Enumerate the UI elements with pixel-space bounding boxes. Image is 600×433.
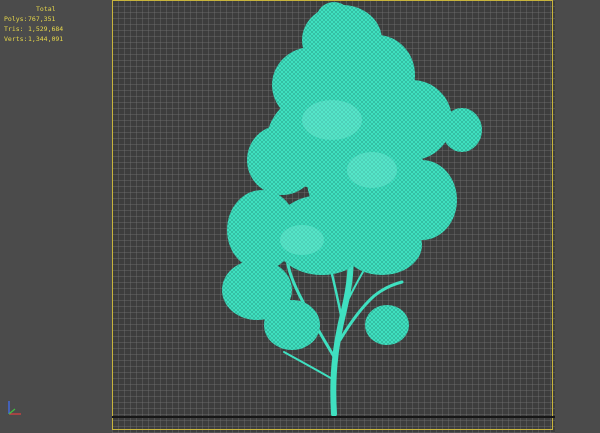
stats-label: Tris:	[4, 25, 24, 33]
viewport-right-margin	[555, 0, 600, 433]
stats-row-polys: Polys: 767,351	[4, 14, 63, 24]
stats-row-tris: Tris: 1,529,684	[4, 24, 63, 34]
stats-value: 767,351	[28, 15, 56, 23]
stats-label: Verts:	[4, 35, 28, 43]
stats-header: Total	[36, 5, 56, 13]
ground-line	[112, 416, 555, 418]
stats-value: 1,344,091	[28, 35, 64, 43]
axis-tripod-icon	[8, 401, 21, 415]
viewport-left-margin	[0, 0, 112, 433]
stats-label: Polys:	[4, 15, 28, 23]
polygon-stats: Total Polys: 767,351 Tris: 1,529,684 Ver…	[4, 4, 63, 44]
tree-model[interactable]	[112, 0, 555, 433]
stats-value: 1,529,684	[28, 25, 64, 33]
stats-row-verts: Verts: 1,344,091	[4, 34, 63, 44]
viewport[interactable]: Total Polys: 767,351 Tris: 1,529,684 Ver…	[0, 0, 600, 433]
